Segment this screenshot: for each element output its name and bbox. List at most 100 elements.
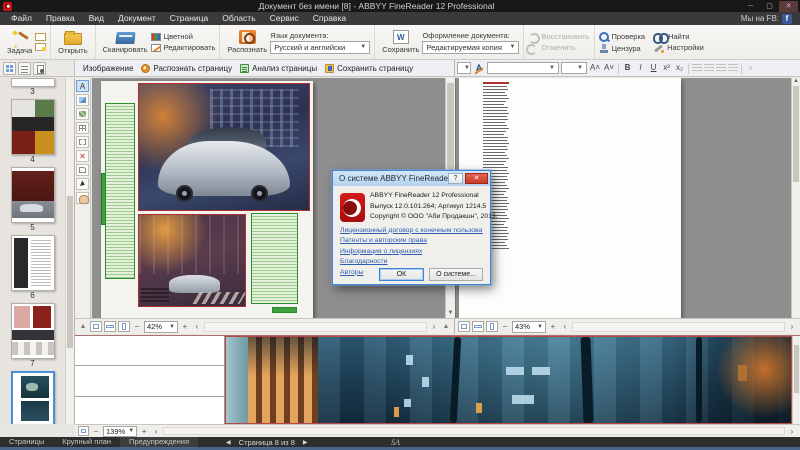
close-icon[interactable]: ✕	[779, 1, 798, 12]
fit-page-button[interactable]	[458, 321, 470, 332]
tab-pages[interactable]: Страницы	[0, 437, 53, 447]
menu-document[interactable]: Документ	[111, 12, 163, 25]
style-editor-icon[interactable]: A	[473, 62, 485, 74]
save-button[interactable]: W Сохранить	[379, 30, 422, 54]
facebook-icon[interactable]: f	[782, 14, 792, 24]
font-size-select[interactable]: ▼	[561, 62, 587, 74]
color-button[interactable]: Цветной	[151, 32, 216, 41]
menu-help[interactable]: Справка	[306, 12, 353, 25]
delete-region-tool[interactable]: ✕	[76, 150, 89, 162]
text-region[interactable]	[105, 103, 135, 279]
image-region-tool[interactable]	[76, 94, 89, 106]
underline-button[interactable]: U	[648, 62, 659, 74]
license-info-link[interactable]: Информация о лицензиях	[340, 248, 483, 255]
menu-edit[interactable]: Правка	[39, 12, 82, 25]
zoom-in-button[interactable]: +	[139, 427, 149, 436]
background-region-tool[interactable]	[76, 108, 89, 120]
settings-button[interactable]: Настройки	[653, 43, 704, 53]
fit-selection-button[interactable]	[78, 426, 89, 436]
collapse-icon[interactable]: ▲	[78, 323, 88, 330]
text-region-tool[interactable]: A	[76, 80, 89, 92]
image-region-car-photo[interactable]	[138, 83, 310, 211]
scroll-right-icon[interactable]: ›	[787, 427, 797, 436]
recognize-page-button[interactable]: Распознать страницу	[141, 64, 232, 73]
patents-link[interactable]: Патенты и авторские права	[340, 237, 483, 244]
page-thumbnail-7[interactable]: 7	[11, 303, 55, 369]
fit-width-button[interactable]	[104, 321, 116, 332]
text-region-small[interactable]	[272, 307, 297, 313]
ok-button[interactable]: ОК	[379, 268, 424, 281]
language-select[interactable]: Русский и английски ▼	[270, 41, 370, 54]
edit-image-button[interactable]: Редактировать	[151, 43, 216, 52]
find-button[interactable]: Найти	[653, 32, 704, 41]
fit-page-button[interactable]	[90, 321, 102, 332]
scroll-left-icon[interactable]: ‹	[192, 322, 202, 331]
image-horizontal-scrollbar[interactable]	[204, 322, 427, 332]
adjust-region-tool[interactable]	[76, 164, 89, 176]
text-vertical-scrollbar[interactable]: ▲	[791, 78, 800, 318]
scroll-down-icon[interactable]: ▼	[446, 309, 455, 318]
align-left-icon[interactable]	[692, 64, 702, 73]
next-page-icon[interactable]: ▶	[303, 439, 308, 446]
zoom-out-button[interactable]: −	[132, 322, 142, 331]
font-smaller-button[interactable]: A˅	[603, 62, 615, 74]
menu-file[interactable]: Файл	[4, 12, 39, 25]
scroll-up-icon[interactable]: ▲	[792, 78, 800, 86]
menu-view[interactable]: Вид	[82, 12, 111, 25]
fit-width-button[interactable]	[472, 321, 484, 332]
minimize-icon[interactable]: ─	[741, 1, 760, 12]
scroll-left-icon[interactable]: ‹	[151, 427, 161, 436]
license-agreement-link[interactable]: Лицензионный договор с конечным пользова…	[340, 227, 483, 234]
pan-tool[interactable]	[76, 192, 89, 204]
closeup-scrollbar[interactable]	[792, 336, 800, 424]
image-zoom-select[interactable]: 42% ▼	[144, 321, 178, 333]
page-thumbnail-8-selected[interactable]: 8	[11, 371, 55, 424]
table-region-tool[interactable]	[76, 122, 89, 134]
zoom-in-button[interactable]: +	[180, 322, 190, 331]
open-button[interactable]: Открыть	[55, 30, 90, 55]
layout-select[interactable]: Редактируемая копия ▼	[422, 41, 519, 54]
scroll-right-icon[interactable]: ›	[429, 322, 439, 331]
previous-page-icon[interactable]: ◀	[226, 439, 231, 446]
scroll-right-icon[interactable]: ›	[787, 322, 797, 331]
closeup-zoom-select[interactable]: 139% ▼	[103, 426, 137, 437]
align-justify-icon[interactable]	[728, 64, 738, 73]
align-right-icon[interactable]	[716, 64, 726, 73]
maximize-icon[interactable]: ▢	[760, 1, 779, 12]
acknowledgements-link[interactable]: Благодарности	[340, 258, 483, 265]
dialog-close-icon[interactable]: ✕	[465, 173, 488, 184]
task-button[interactable]: Задача	[4, 30, 35, 55]
text-canvas[interactable]: ▲	[455, 78, 800, 318]
fit-height-button[interactable]	[118, 321, 130, 332]
select-tool[interactable]	[76, 178, 89, 190]
toolbar-overflow-button[interactable]: »	[745, 62, 756, 74]
scan-button[interactable]: Сканировать	[100, 30, 151, 54]
tab-closeup[interactable]: Крупный план	[53, 437, 120, 447]
recognize-button[interactable]: Распознать	[224, 30, 270, 54]
new-page-icon[interactable]	[35, 33, 46, 41]
page-properties-button[interactable]	[33, 62, 46, 75]
sidebar-scrollbar[interactable]	[65, 78, 74, 424]
fit-height-button[interactable]	[486, 321, 498, 332]
closeup-horizontal-scrollbar[interactable]	[163, 427, 785, 435]
font-bigger-button[interactable]: A˄	[589, 62, 601, 74]
zoom-out-button[interactable]: −	[500, 322, 510, 331]
help-icon[interactable]: ?	[448, 173, 463, 184]
text-region[interactable]	[251, 213, 298, 304]
zoom-in-button[interactable]: +	[548, 322, 558, 331]
zoom-out-button[interactable]: −	[91, 427, 101, 436]
scroll-left-icon[interactable]: ‹	[560, 322, 570, 331]
italic-button[interactable]: I	[635, 62, 646, 74]
censor-button[interactable]: Цензура	[599, 44, 646, 53]
text-zoom-select[interactable]: 43% ▼	[512, 321, 546, 333]
menu-area[interactable]: Область	[215, 12, 262, 25]
page-thumbnail-4[interactable]: 4	[11, 99, 55, 165]
about-system-button[interactable]: О системе...	[429, 268, 483, 281]
style-select[interactable]: ▼	[457, 62, 471, 74]
add-page-icon[interactable]	[35, 43, 46, 51]
restore-button[interactable]: Восстановить	[528, 32, 589, 41]
recognition-area-tool[interactable]	[76, 136, 89, 148]
thumbnail-view-button[interactable]	[3, 62, 16, 75]
page-thumbnail-3[interactable]: 3	[11, 78, 55, 97]
closeup-photo[interactable]	[225, 336, 792, 424]
